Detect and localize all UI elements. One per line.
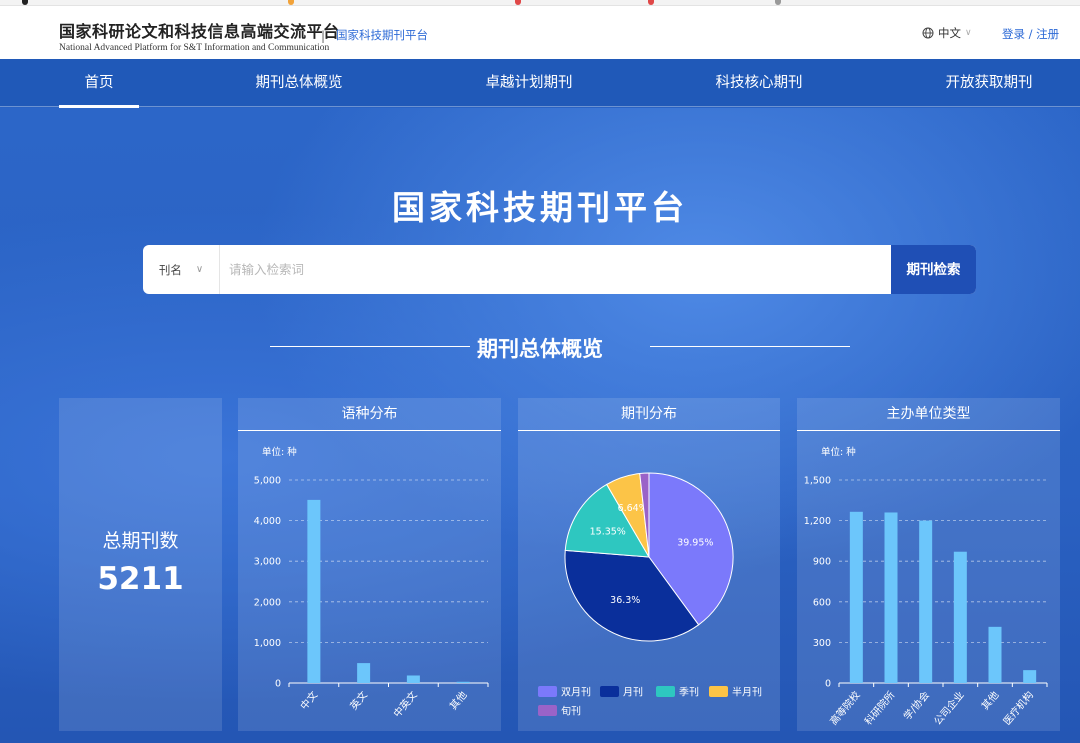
tab-indicator	[22, 0, 28, 5]
nav-item-excellence[interactable]: 卓越计划期刊	[469, 59, 589, 107]
frequency-pie-chart: 39.95%36.3%15.35%6.64%双月刊 月刊 季刊 半月刊旬刊	[538, 472, 762, 718]
y-tick-label: 600	[813, 597, 831, 608]
section-title: 期刊总体概览	[477, 337, 603, 361]
legend-swatch	[538, 686, 557, 697]
search-bar: 刊名 ∨ 期刊检索	[143, 245, 976, 294]
x-tick-label: 其他	[447, 689, 470, 713]
sponsor-bar-chart: 0 300 600 900 1,200 1,500 高等院校 科研院所 学/协会 公司企业 其他 医疗…	[804, 476, 1048, 728]
search-field-select[interactable]: 刊名 ∨	[143, 245, 220, 294]
search-input[interactable]	[229, 245, 879, 294]
legend-swatch	[600, 686, 619, 697]
bar	[919, 520, 933, 683]
section-divider-right	[650, 346, 850, 347]
search-field-label: 刊名	[158, 262, 182, 277]
chevron-down-icon: ∨	[195, 264, 204, 275]
x-tick-label: 中文	[297, 689, 320, 713]
x-tick-label: 学/协会	[901, 689, 932, 723]
search-button[interactable]: 期刊检索	[891, 245, 976, 294]
bar	[988, 626, 1002, 683]
hero-title: 国家科技期刊平台	[392, 188, 688, 227]
x-tick-label: 公司企业	[931, 689, 967, 728]
x-tick-label: 科研院所	[862, 689, 898, 728]
nav-item-open-access[interactable]: 开放获取期刊	[929, 59, 1049, 107]
y-tick-label: 300	[813, 638, 831, 649]
logo-separator: |	[321, 29, 326, 43]
tab-indicator	[515, 0, 521, 5]
y-tick-label: 900	[813, 557, 831, 568]
main-nav: 首页 期刊总体概览 卓越计划期刊 科技核心期刊 开放获取期刊	[0, 59, 1080, 108]
tab-indicator	[288, 0, 294, 5]
y-tick-label: 2,000	[254, 597, 281, 608]
legend-swatch	[538, 705, 557, 716]
total-journals-value: 5211	[97, 561, 184, 597]
bar	[884, 512, 898, 683]
pie-data-label: 39.95%	[677, 537, 713, 548]
total-journals-label: 总期刊数	[102, 530, 179, 552]
pie-data-label: 15.35%	[590, 527, 626, 538]
logo-subtitle: National Advanced Platform for S&T Infor…	[59, 43, 330, 53]
legend-label: 月刊	[623, 687, 643, 699]
legend-label: 半月刊	[732, 686, 762, 699]
tab-indicator	[775, 0, 781, 5]
legend-swatch	[709, 686, 728, 697]
y-tick-label: 1,200	[804, 516, 831, 527]
bar	[307, 499, 321, 683]
y-tick-label: 1,000	[254, 638, 281, 649]
bar	[357, 663, 371, 683]
nav-item-core[interactable]: 科技核心期刊	[699, 59, 819, 107]
y-tick-label: 3,000	[254, 557, 281, 568]
legend-label: 双月刊	[561, 687, 591, 699]
y-tick-label: 5,000	[254, 476, 281, 487]
bar	[406, 675, 420, 683]
frequency-distribution-panel: 期刊分布 39.95% 36.3% 15.35% 6.64% 双月刊 月刊 季刊 半月刊 旬刊	[518, 398, 780, 731]
bar	[953, 551, 967, 683]
y-tick-label: 0	[275, 679, 281, 690]
bar	[1023, 670, 1037, 683]
x-tick-label: 医疗机构	[1000, 689, 1036, 728]
sponsor-type-panel: 主办单位类型 单位: 种 0 300 600 900 1,200 1,500 高等院校 科研院…	[797, 398, 1060, 731]
x-tick-label: 中英文	[390, 689, 419, 720]
language-switcher[interactable]: 中文 ∨	[922, 25, 972, 41]
hero-section: 国家科技期刊平台 刊名 ∨ 期刊检索 期刊总体概览 总期刊数 5211 语种分布…	[0, 108, 1080, 743]
login-register-link[interactable]: 登录 / 注册	[1002, 26, 1059, 42]
chevron-down-icon: ∨	[965, 28, 972, 38]
total-journals-panel: 总期刊数 5211	[59, 398, 222, 731]
site-header: 国家科研论文和科技信息高端交流平台 National Advanced Plat…	[0, 6, 1080, 59]
bar	[849, 511, 863, 683]
bar	[456, 681, 470, 683]
logo-title[interactable]: 国家科研论文和科技信息高端交流平台	[59, 18, 340, 42]
language-bar-chart: 0 1,000 2,000 3,000 4,000 5,000 中文 英文 中英文 其他	[254, 476, 489, 720]
globe-icon	[922, 27, 934, 39]
x-tick-label: 英文	[347, 689, 370, 713]
legend-swatch	[656, 686, 675, 697]
legend-label: 旬刊	[561, 705, 581, 718]
nav-item-overview[interactable]: 期刊总体概览	[239, 59, 359, 107]
x-tick-label: 高等院校	[827, 689, 863, 728]
language-label: 中文	[938, 26, 961, 40]
language-distribution-panel: 语种分布 单位: 种 0 1,000 2,000 3,000 4,000 5,000 中文英…	[238, 398, 501, 731]
legend-label: 季刊	[679, 687, 699, 699]
nav-item-home[interactable]: 首页	[59, 59, 139, 108]
y-tick-label: 4,000	[254, 516, 281, 527]
y-tick-label: 0	[825, 679, 831, 690]
pie-data-label: 36.3%	[610, 595, 640, 606]
y-tick-label: 1,500	[804, 476, 831, 487]
x-tick-label: 其他	[978, 689, 1001, 713]
platform-link[interactable]: 国家科技期刊平台	[336, 27, 428, 43]
tab-indicator	[648, 0, 654, 5]
